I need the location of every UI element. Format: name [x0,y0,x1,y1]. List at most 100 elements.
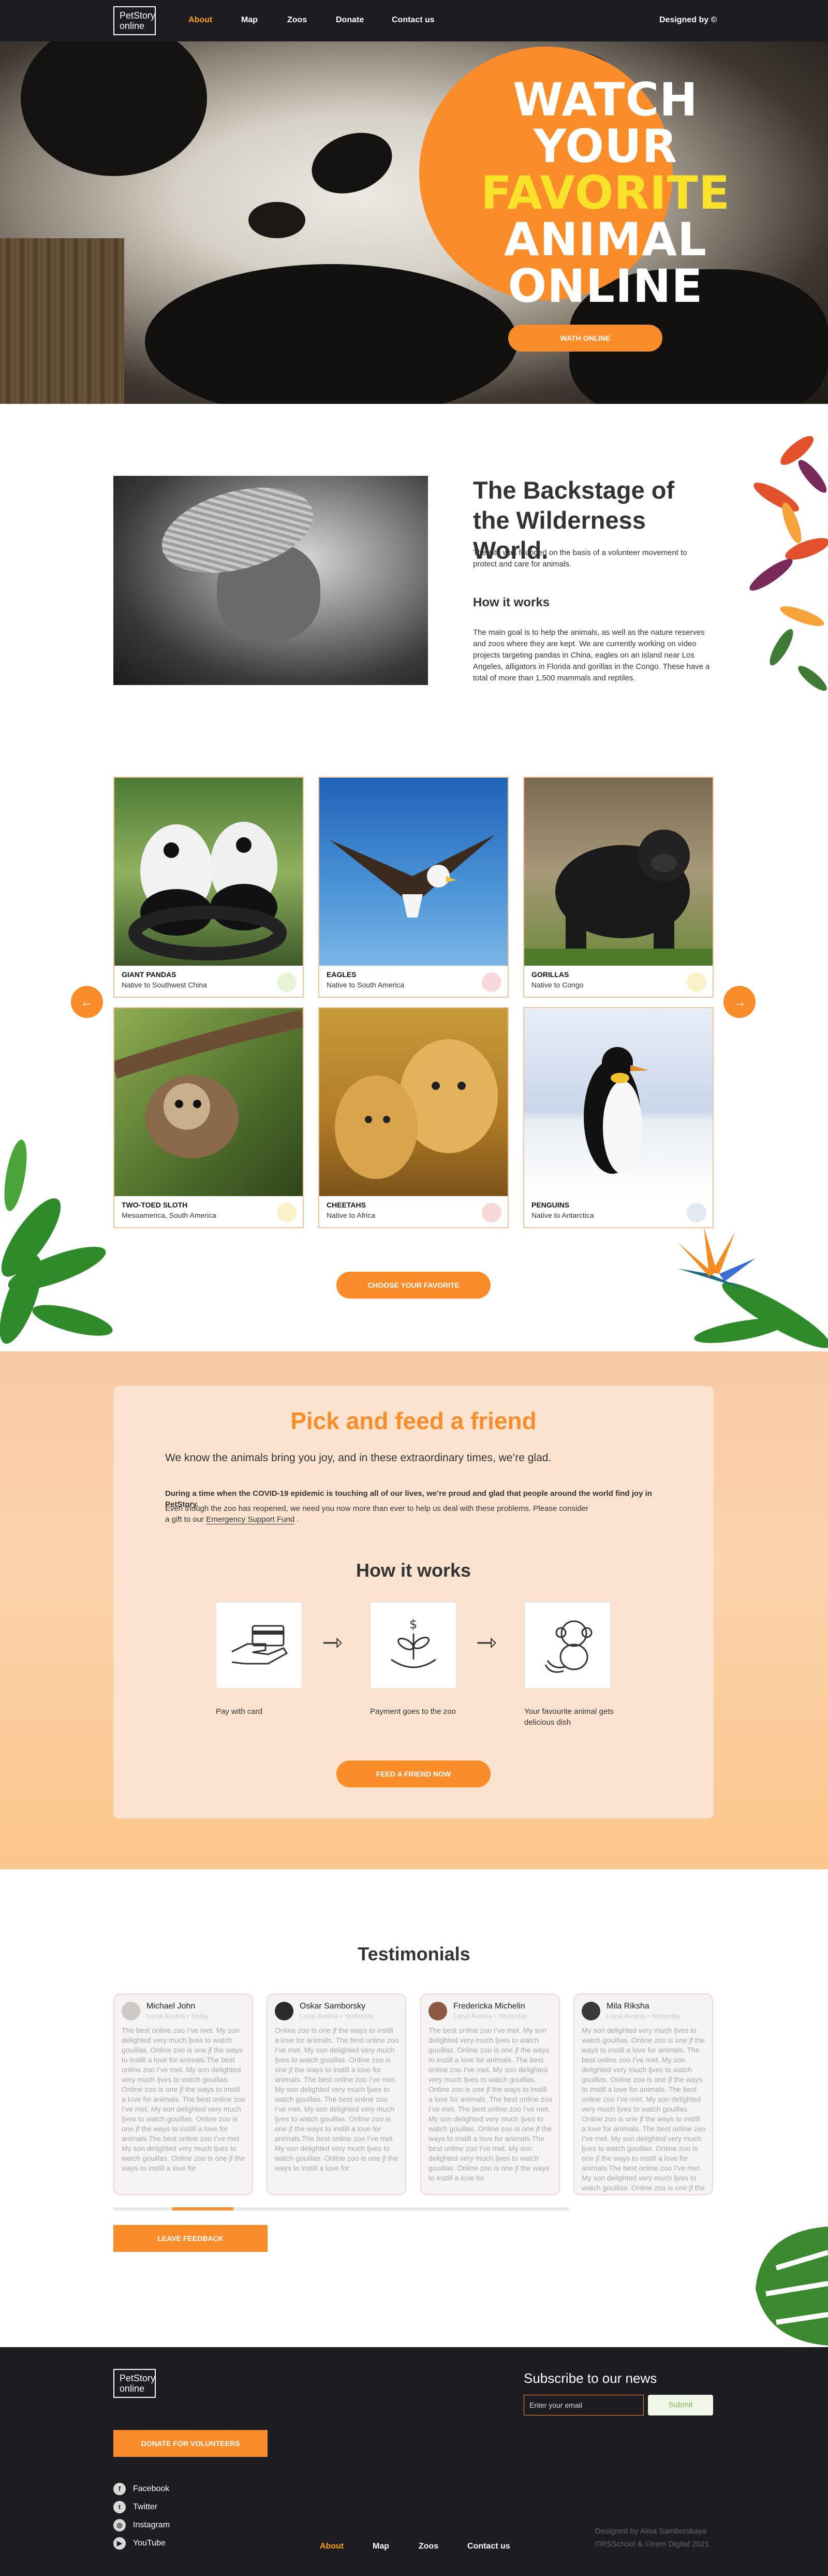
social-label: Facebook [133,2484,170,2494]
watch-online-button[interactable]: WATH ONLINE [508,325,662,352]
copyright-credit: ©RSSchool & ©Irem Digital 2021 [595,2540,709,2549]
animal-card-name: GORILLAS [531,970,569,979]
bamboo-icon [277,972,297,992]
nav-about[interactable]: About [188,16,212,25]
animal-card-origin: Native to Congo [531,981,584,989]
testimonials-heading: Testimonials [358,1943,470,1964]
bird-of-paradise-flower-image [678,1227,828,1348]
testimonial-name: Oskar Samborsky [300,2002,366,2011]
logo-line-2: online [120,21,145,31]
cheetahs-illustration [335,1039,498,1179]
testimonials-scrollbar[interactable] [113,2207,569,2210]
card-payment-icon [231,1625,288,1665]
testimonial-meta: Local Austria • Today [146,2012,209,2020]
avatar [582,2002,600,2020]
gorillas-image [524,778,713,966]
step-payment-zoo: $ [370,1602,456,1689]
footer-nav-map[interactable]: Map [373,2542,389,2551]
animal-card-eagles[interactable]: EAGLES Native to South America [318,777,509,998]
step-caption-zoo: Payment goes to the zoo [370,1707,456,1716]
animal-card-origin: Native to Africa [327,1211,376,1219]
feed-heading: Pick and feed a friend [290,1407,537,1434]
money-plant-icon: $ [391,1617,436,1668]
feed-subheading: We know the animals bring you joy, and i… [165,1452,552,1464]
hero-title-line-3: ANIMAL [504,213,707,266]
hero-title-line-4: ONLINE [508,259,703,313]
eagles-illustration [330,835,495,918]
social-facebook-link[interactable]: f Facebook [113,2483,169,2495]
nav-donate[interactable]: Donate [336,16,364,25]
testimonial-meta: Local Austria • Yesterday [453,2012,528,2020]
giant-pandas-illustration [128,822,287,960]
footer-logo[interactable]: PetStory online [113,2369,156,2398]
nav-zoos[interactable]: Zoos [287,16,307,25]
meat-icon [482,1203,501,1222]
testimonials-scrollbar-thumb[interactable] [172,2207,233,2210]
about-intro: The site was founded on the basis of a v… [473,548,687,569]
animal-card-penguins[interactable]: PENGUINS Native to Antarctica [523,1007,714,1228]
animal-card-two-toed-sloth[interactable]: TWO-TOED SLOTH Mesoamerica, South Americ… [113,1007,304,1228]
testimonial-name: Mila Riksha [607,2002,649,2011]
social-twitter-link[interactable]: t Twitter [113,2501,157,2513]
carousel-prev-button[interactable]: ← [71,986,103,1018]
subscribe-title: Subscribe to our news [524,2370,657,2386]
submit-button[interactable]: Submit [648,2395,713,2415]
feed-paragraph-3: a gift to our Emergency Support Fund . [165,1514,631,1525]
feed-paragraph-3-prefix: a gift to our [165,1515,206,1524]
banana-icon [687,972,706,992]
animal-card-name: GIANT PANDAS [122,970,176,979]
logo-line-1: PetStory [120,10,156,21]
youtube-icon: ▶ [113,2537,126,2550]
decorative-plant-image [0,1139,113,1344]
animal-card-name: TWO-TOED SLOTH [122,1201,188,1209]
footer-nav-contact-us[interactable]: Contact us [467,2542,510,2551]
email-input[interactable] [524,2395,644,2415]
logo-line-2: online [120,2383,145,2394]
site-logo[interactable]: PetStory online [113,6,156,35]
instagram-icon: ◎ [113,2519,126,2531]
feed-paragraph-2: Even though the zoo has reopened, we nee… [165,1504,589,1513]
feed-card: Pick and feed a friend We know the anima… [113,1386,714,1818]
footer-nav-zoos[interactable]: Zoos [419,2542,438,2551]
hero-title-line-2: FAVORITE [480,166,731,220]
arrow-right-icon: ⇾ [476,1629,497,1656]
testimonial-meta: Local Austria • Yesterday [607,2012,681,2020]
animal-card-gorillas[interactable]: GORILLAS Native to Congo [523,777,714,998]
monkey-bananas-icon [544,1620,593,1673]
feed-a-friend-button[interactable]: FEED A FRIEND NOW [336,1760,491,1787]
carousel-next-button[interactable]: → [723,986,756,1018]
hero-panda-shape [248,202,305,238]
penguins-image [524,1008,713,1196]
cheetahs-image [319,1008,508,1196]
avatar [122,2002,140,2020]
banana-icon [277,1203,297,1222]
feed-paragraph-3-suffix: . [294,1515,299,1524]
logo-line-1: PetStory [120,2373,156,2383]
leave-feedback-button[interactable]: LEAVE FEEDBACK [113,2225,268,2252]
choose-favorite-button[interactable]: CHOOSE YOUR FAVORITE [336,1272,491,1299]
animal-card-origin: Native to Southwest China [122,981,207,989]
social-instagram-link[interactable]: ◎ Instagram [113,2519,170,2531]
testimonial-name: Fredericka Michelin [453,2002,525,2011]
animal-card-giant-pandas[interactable]: GIANT PANDAS Native to Southwest China [113,777,304,998]
emergency-fund-link[interactable]: Emergency Support Fund [206,1515,295,1524]
feed-how-title: How it works [356,1560,471,1581]
about-body: The main goal is to help the animals, as… [473,628,710,682]
animal-card-name: CHEETAHS [327,1201,366,1209]
animal-card-cheetahs[interactable]: CHEETAHS Native to Africa [318,1007,509,1228]
social-youtube-link[interactable]: ▶ YouTube [113,2537,166,2550]
hero-title: WATCH YOUR FAVORITE ANIMAL ONLINE [440,77,771,310]
about-how-title: How it works [473,595,550,609]
step-caption-pay: Pay with card [216,1707,263,1716]
animal-card-name: EAGLES [327,970,357,979]
social-label: Twitter [133,2502,158,2512]
avatar [275,2002,293,2020]
nav-map[interactable]: Map [241,16,258,25]
site-footer: PetStory online DONATE FOR VOLUNTEERS Su… [0,2347,828,2576]
hero-section: WATCH YOUR FAVORITE ANIMAL ONLINE WATH O… [0,41,828,404]
donate-volunteers-button[interactable]: DONATE FOR VOLUNTEERS [113,2430,268,2457]
testimonial-card: Michael John Local Austria • Today The b… [113,1993,253,2195]
nav-contact-us[interactable]: Contact us [392,16,435,25]
eagles-image [319,778,508,966]
footer-nav-about[interactable]: About [320,2542,344,2551]
